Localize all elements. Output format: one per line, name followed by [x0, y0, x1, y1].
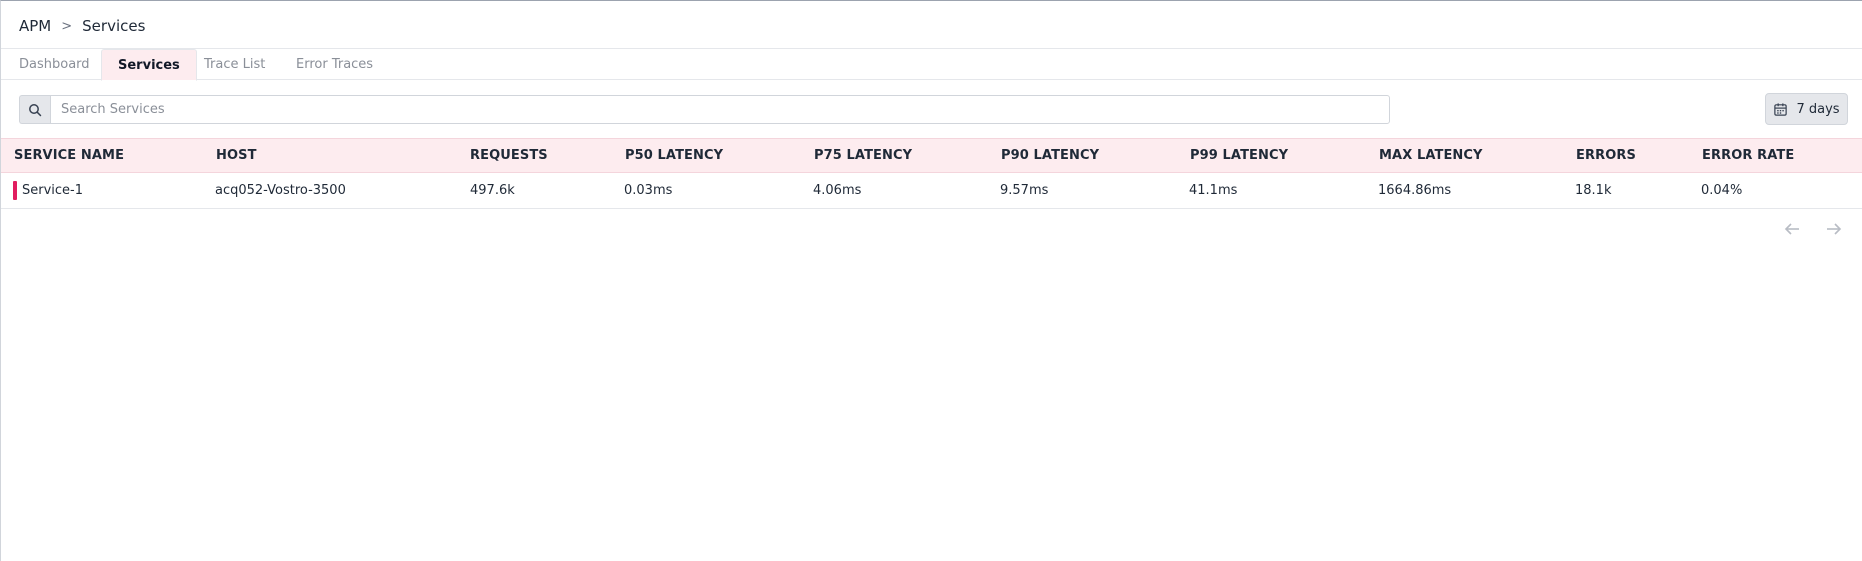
tab-dashboard[interactable]: Dashboard: [19, 49, 90, 80]
column-header-requests[interactable]: REQUESTS: [470, 139, 548, 173]
calendar-icon: [1774, 102, 1788, 116]
column-header-p75-latency[interactable]: P75 LATENCY: [814, 139, 912, 173]
tab-error-traces[interactable]: Error Traces: [296, 49, 373, 80]
table-header: SERVICE NAME HOST REQUESTS P50 LATENCY P…: [1, 138, 1862, 173]
column-header-errors[interactable]: ERRORS: [1576, 139, 1636, 173]
column-header-host[interactable]: HOST: [216, 139, 257, 173]
prev-page-button[interactable]: [1782, 219, 1802, 239]
cell-max-latency: 1664.86ms: [1378, 183, 1452, 198]
breadcrumb-root[interactable]: APM: [19, 17, 51, 35]
breadcrumb-current: Services: [82, 17, 146, 35]
cell-p75-latency: 4.06ms: [813, 183, 862, 198]
cell-p50-latency: 0.03ms: [624, 183, 673, 198]
column-header-max-latency[interactable]: MAX LATENCY: [1379, 139, 1483, 173]
cell-requests: 497.6k: [470, 183, 515, 198]
breadcrumb: APM > Services: [19, 15, 145, 37]
column-header-error-rate[interactable]: ERROR RATE: [1702, 139, 1794, 173]
cell-host: acq052-Vostro-3500: [215, 183, 346, 198]
date-range-button[interactable]: 7 days: [1765, 93, 1848, 125]
cell-p90-latency: 9.57ms: [1000, 183, 1049, 198]
search-input[interactable]: [50, 95, 1390, 124]
tab-services[interactable]: Services: [101, 49, 197, 81]
breadcrumb-separator: >: [61, 18, 73, 34]
app-frame: APM > Services Dashboard Services Trace …: [0, 0, 1862, 561]
arrow-right-icon: [1827, 223, 1842, 235]
tab-trace-list[interactable]: Trace List: [204, 49, 265, 80]
column-header-p90-latency[interactable]: P90 LATENCY: [1001, 139, 1099, 173]
next-page-button[interactable]: [1824, 219, 1844, 239]
column-header-service-name[interactable]: SERVICE NAME: [14, 139, 124, 173]
service-color-marker: [13, 181, 17, 200]
column-header-p50-latency[interactable]: P50 LATENCY: [625, 139, 723, 173]
search-button[interactable]: [19, 95, 50, 124]
date-range-label: 7 days: [1796, 101, 1840, 117]
column-header-p99-latency[interactable]: P99 LATENCY: [1190, 139, 1288, 173]
cell-service-name[interactable]: Service-1: [22, 173, 83, 208]
tab-bar: Dashboard Services Trace List Error Trac…: [1, 49, 1862, 81]
cell-p99-latency: 41.1ms: [1189, 183, 1238, 198]
cell-errors: 18.1k: [1575, 183, 1612, 198]
arrow-left-icon: [1784, 223, 1799, 235]
table-row[interactable]: Service-1 acq052-Vostro-3500 497.6k 0.03…: [1, 173, 1862, 209]
cell-error-rate: 0.04%: [1701, 183, 1743, 198]
search-icon: [29, 103, 42, 116]
search-bar: [19, 95, 1390, 124]
